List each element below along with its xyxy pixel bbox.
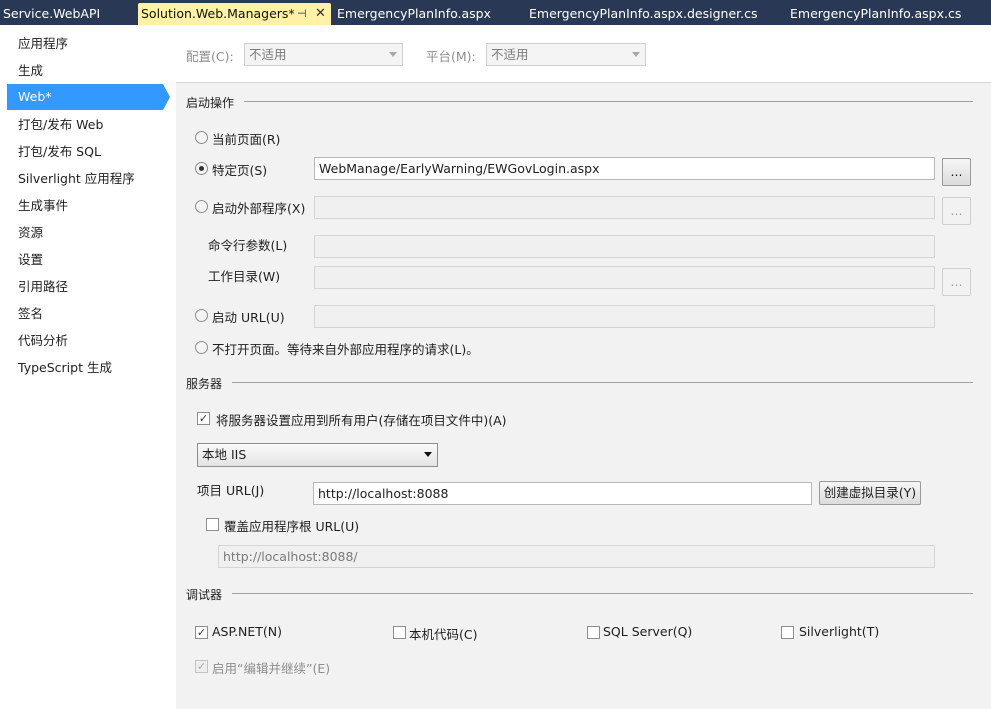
start-action-heading: 启动操作 <box>186 96 235 110</box>
sidebar-item-application[interactable]: 应用程序 <box>7 31 163 57</box>
sidebar-item-web[interactable]: Web* <box>7 84 163 110</box>
browse-external-program-button: ... <box>942 197 971 225</box>
platform-label: 平台(M): <box>426 49 476 64</box>
sidebar-item-build[interactable]: 生成 <box>7 58 163 84</box>
tab-label: Service.WebAPI <box>3 6 101 21</box>
start-url-label: 启动 URL(U) <box>212 310 285 325</box>
sidebar-item-typescript[interactable]: TypeScript 生成 <box>7 355 163 381</box>
chevron-down-icon <box>632 52 640 57</box>
radio-specific-page[interactable] <box>195 162 208 175</box>
silverlight-checkbox[interactable] <box>781 626 794 639</box>
sidebar-item-signing[interactable]: 签名 <box>7 301 163 327</box>
platform-value: 不适用 <box>491 47 529 62</box>
sidebar-item-package-sql[interactable]: 打包/发布 SQL <box>7 139 163 165</box>
tab-label: EmergencyPlanInfo.aspx <box>337 6 492 21</box>
tab-label: EmergencyPlanInfo.aspx.cs <box>790 6 962 21</box>
project-url-input[interactable]: http://localhost:8088 <box>313 482 812 505</box>
sidebar-item-code-analysis[interactable]: 代码分析 <box>7 328 163 354</box>
browse-specific-page-button[interactable]: ... <box>942 158 971 186</box>
radio-start-url[interactable] <box>195 309 208 322</box>
external-program-label: 启动外部程序(X) <box>212 201 306 216</box>
tab-emergencyplaninfo-designer[interactable]: EmergencyPlanInfo.aspx.designer.cs <box>526 3 766 25</box>
tab-emergencyplaninfo-cs[interactable]: EmergencyPlanInfo.aspx.cs <box>787 3 987 25</box>
native-code-checkbox[interactable] <box>393 626 406 639</box>
silverlight-label: Silverlight(T) <box>799 624 880 639</box>
web-properties-panel <box>176 25 991 709</box>
apply-all-users-label: 将服务器设置应用到所有用户(存储在项目文件中)(A) <box>216 413 507 428</box>
external-program-input <box>314 196 935 219</box>
radio-current-page[interactable] <box>195 131 208 144</box>
radio-external-program[interactable] <box>195 200 208 213</box>
sidebar-item-reference-paths[interactable]: 引用路径 <box>7 274 163 300</box>
server-type-dropdown[interactable]: 本地 IIS <box>197 443 438 467</box>
dont-open-page-label: 不打开页面。等待来自外部应用程序的请求(L)。 <box>212 342 479 357</box>
configuration-label: 配置(C): <box>186 49 234 64</box>
document-tab-strip: Service.WebAPI Solution.Web.Managers* ⊣ … <box>0 0 991 25</box>
tab-label: EmergencyPlanInfo.aspx.designer.cs <box>529 6 758 21</box>
create-virtual-directory-button[interactable]: 创建虚拟目录(Y) <box>819 481 921 505</box>
configuration-value: 不适用 <box>249 47 287 62</box>
sidebar-item-resources[interactable]: 资源 <box>7 220 163 246</box>
override-root-url-label: 覆盖应用程序根 URL(U) <box>224 519 360 534</box>
close-icon[interactable]: ✕ <box>315 3 326 24</box>
aspnet-debugger-label: ASP.NET(N) <box>212 624 283 639</box>
apply-all-users-checkbox[interactable]: ✓ <box>197 412 210 425</box>
tab-label: Solution.Web.Managers* <box>141 6 295 21</box>
tab-solution-web-managers[interactable]: Solution.Web.Managers* ⊣ ✕ <box>138 3 331 25</box>
platform-dropdown: 不适用 <box>486 43 646 66</box>
sidebar-item-settings[interactable]: 设置 <box>7 247 163 273</box>
radio-dont-open-page[interactable] <box>195 341 208 354</box>
sidebar-item-package-web[interactable]: 打包/发布 Web <box>7 112 163 138</box>
edit-and-continue-label: 启用“编辑并继续”(E) <box>212 661 331 676</box>
sql-server-checkbox[interactable] <box>587 626 600 639</box>
native-code-label: 本机代码(C) <box>409 627 478 642</box>
override-root-url-input: http://localhost:8088/ <box>218 545 935 568</box>
edit-and-continue-checkbox: ✓ <box>195 660 208 673</box>
debuggers-heading: 调试器 <box>186 588 223 602</box>
current-page-label: 当前页面(R) <box>212 132 281 147</box>
aspnet-debugger-checkbox[interactable]: ✓ <box>195 626 208 639</box>
sidebar-item-build-events[interactable]: 生成事件 <box>7 193 163 219</box>
chevron-down-icon <box>389 52 397 57</box>
browse-working-dir-button: ... <box>942 268 971 296</box>
working-dir-label: 工作目录(W) <box>208 269 281 284</box>
tab-emergencyplaninfo-aspx[interactable]: EmergencyPlanInfo.aspx <box>334 3 514 25</box>
pin-icon[interactable]: ⊣ <box>297 3 307 24</box>
divider <box>244 101 973 102</box>
sidebar-item-silverlight[interactable]: Silverlight 应用程序 <box>7 166 163 192</box>
override-root-url-checkbox[interactable] <box>206 518 219 531</box>
selection-arrow <box>163 84 170 110</box>
servers-heading: 服务器 <box>186 377 223 391</box>
server-type-value: 本地 IIS <box>202 447 247 462</box>
command-args-label: 命令行参数(L) <box>208 238 288 253</box>
divider <box>232 382 973 383</box>
configuration-dropdown: 不适用 <box>244 43 403 66</box>
divider <box>232 593 973 594</box>
sql-server-label: SQL Server(Q) <box>603 624 693 639</box>
project-url-label: 项目 URL(J) <box>197 483 265 498</box>
specific-page-label: 特定页(S) <box>212 163 268 178</box>
specific-page-input[interactable]: WebManage/EarlyWarning/EWGovLogin.aspx <box>314 157 935 180</box>
chevron-down-icon <box>424 452 432 457</box>
start-url-input <box>314 305 935 328</box>
working-dir-input <box>314 266 935 289</box>
tab-service-webapi[interactable]: Service.WebAPI <box>0 3 135 25</box>
command-args-input <box>314 235 935 258</box>
